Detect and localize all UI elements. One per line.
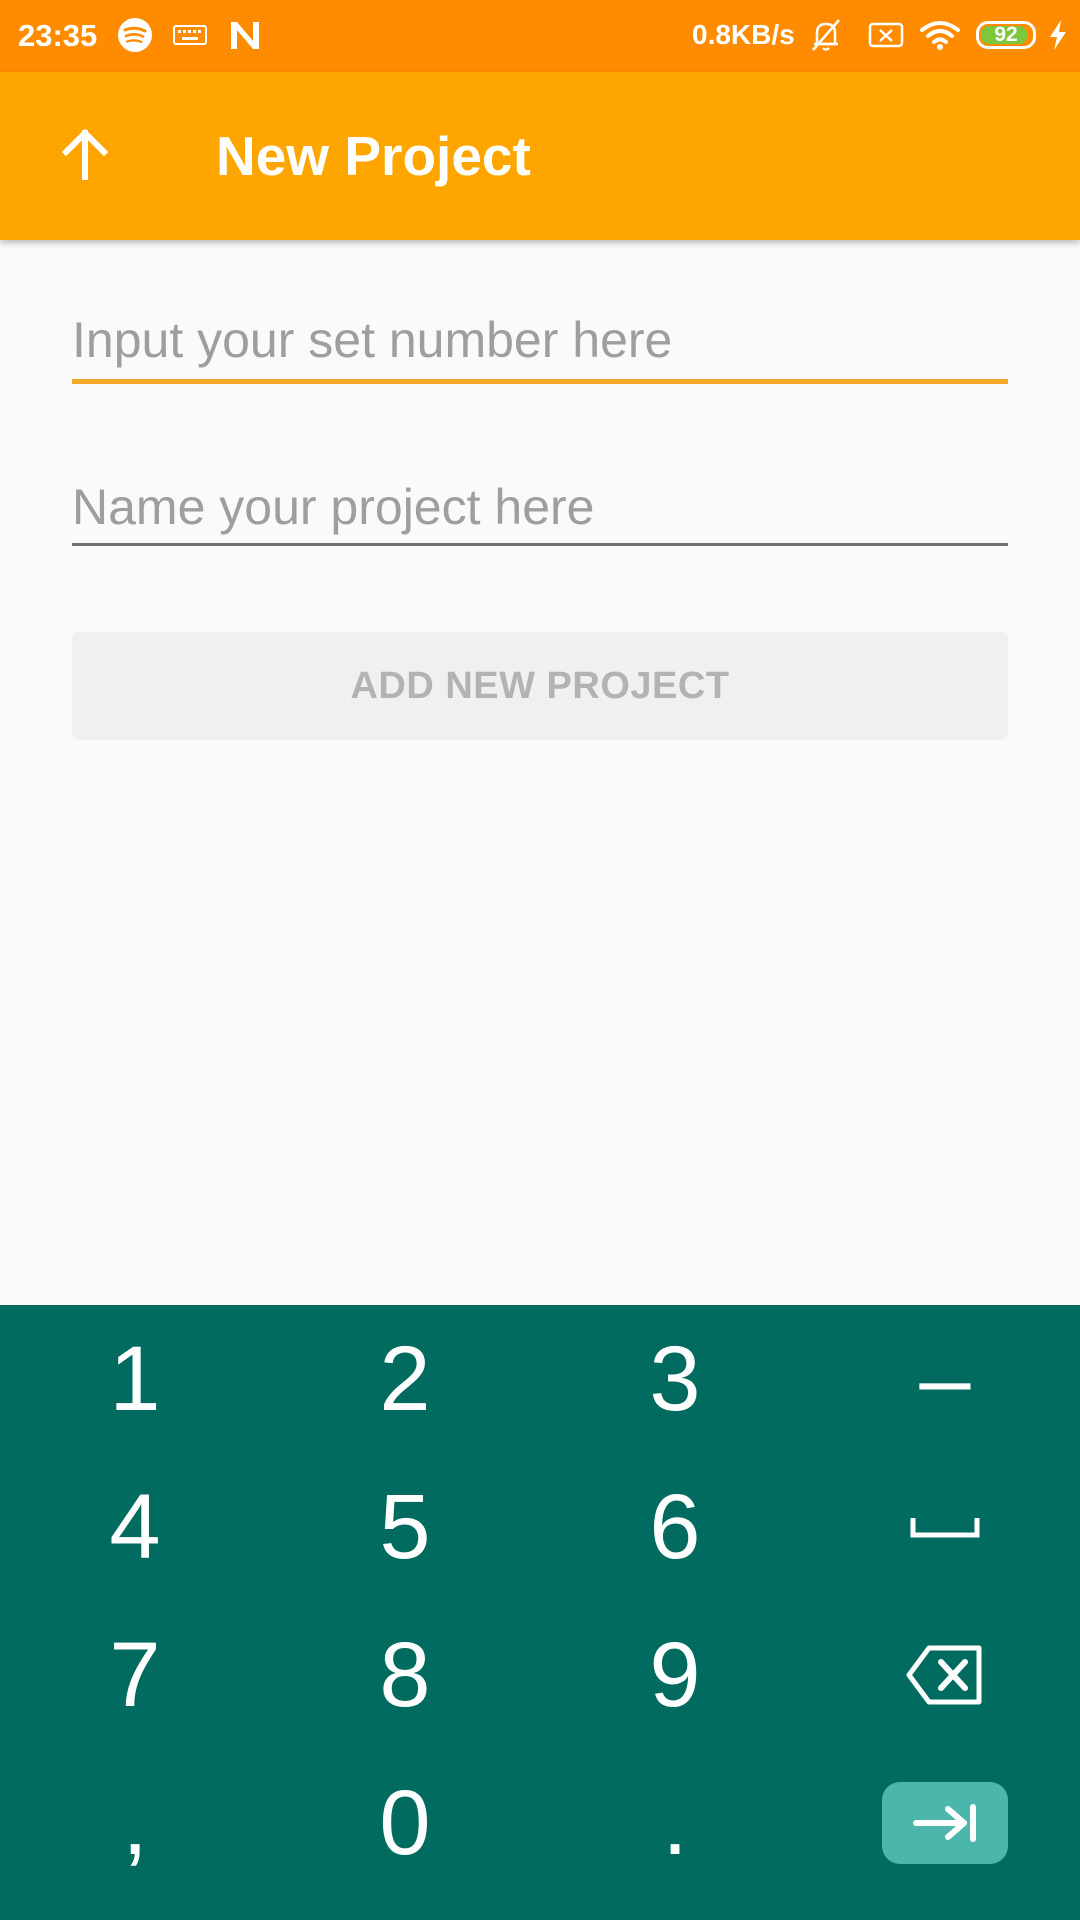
sim-off-icon bbox=[866, 16, 906, 54]
key-7[interactable]: 7 bbox=[0, 1601, 270, 1749]
n-app-icon bbox=[226, 16, 264, 54]
set-number-underline bbox=[72, 379, 1008, 384]
page-title: New Project bbox=[216, 125, 531, 187]
key-5[interactable]: 5 bbox=[270, 1453, 540, 1601]
status-time: 23:35 bbox=[18, 18, 98, 53]
key-4[interactable]: 4 bbox=[0, 1453, 270, 1601]
spotify-icon bbox=[116, 16, 154, 54]
key-3[interactable]: 3 bbox=[540, 1305, 810, 1453]
next-field-icon bbox=[882, 1782, 1008, 1864]
app-bar: New Project bbox=[0, 72, 1080, 240]
backspace-icon bbox=[905, 1644, 985, 1706]
key-0[interactable]: 0 bbox=[270, 1749, 540, 1897]
key-period[interactable]: . bbox=[540, 1749, 810, 1897]
key-backspace[interactable] bbox=[810, 1601, 1080, 1749]
key-space[interactable] bbox=[810, 1453, 1080, 1601]
project-name-underline bbox=[72, 543, 1008, 546]
up-button[interactable] bbox=[40, 116, 130, 196]
arrow-up-icon bbox=[60, 128, 110, 185]
battery-percent: 92 bbox=[994, 23, 1018, 46]
battery-icon: 92 bbox=[976, 21, 1036, 49]
numeric-keyboard: 1 2 3 – 4 5 6 7 8 9 , 0 . bbox=[0, 1305, 1080, 1920]
key-9[interactable]: 9 bbox=[540, 1601, 810, 1749]
wifi-icon bbox=[918, 16, 962, 54]
network-speed: 0.8KB/s bbox=[692, 19, 795, 50]
key-6[interactable]: 6 bbox=[540, 1453, 810, 1601]
charging-icon bbox=[1044, 16, 1072, 54]
project-name-input[interactable] bbox=[72, 472, 1008, 542]
key-next[interactable] bbox=[810, 1749, 1080, 1897]
key-8[interactable]: 8 bbox=[270, 1601, 540, 1749]
status-bar: 23:35 0.8KB/s 92 bbox=[0, 0, 1080, 72]
keyboard-icon bbox=[172, 16, 208, 54]
new-project-screen: 23:35 0.8KB/s 92 New Project Input your … bbox=[0, 0, 1080, 1920]
key-dash[interactable]: – bbox=[810, 1305, 1080, 1453]
space-icon bbox=[910, 1515, 980, 1539]
key-comma[interactable]: , bbox=[0, 1749, 270, 1897]
set-number-input[interactable] bbox=[72, 305, 1008, 375]
key-1[interactable]: 1 bbox=[0, 1305, 270, 1453]
key-2[interactable]: 2 bbox=[270, 1305, 540, 1453]
bell-muted-icon bbox=[806, 16, 846, 54]
add-new-project-button[interactable]: ADD NEW PROJECT bbox=[72, 632, 1008, 740]
